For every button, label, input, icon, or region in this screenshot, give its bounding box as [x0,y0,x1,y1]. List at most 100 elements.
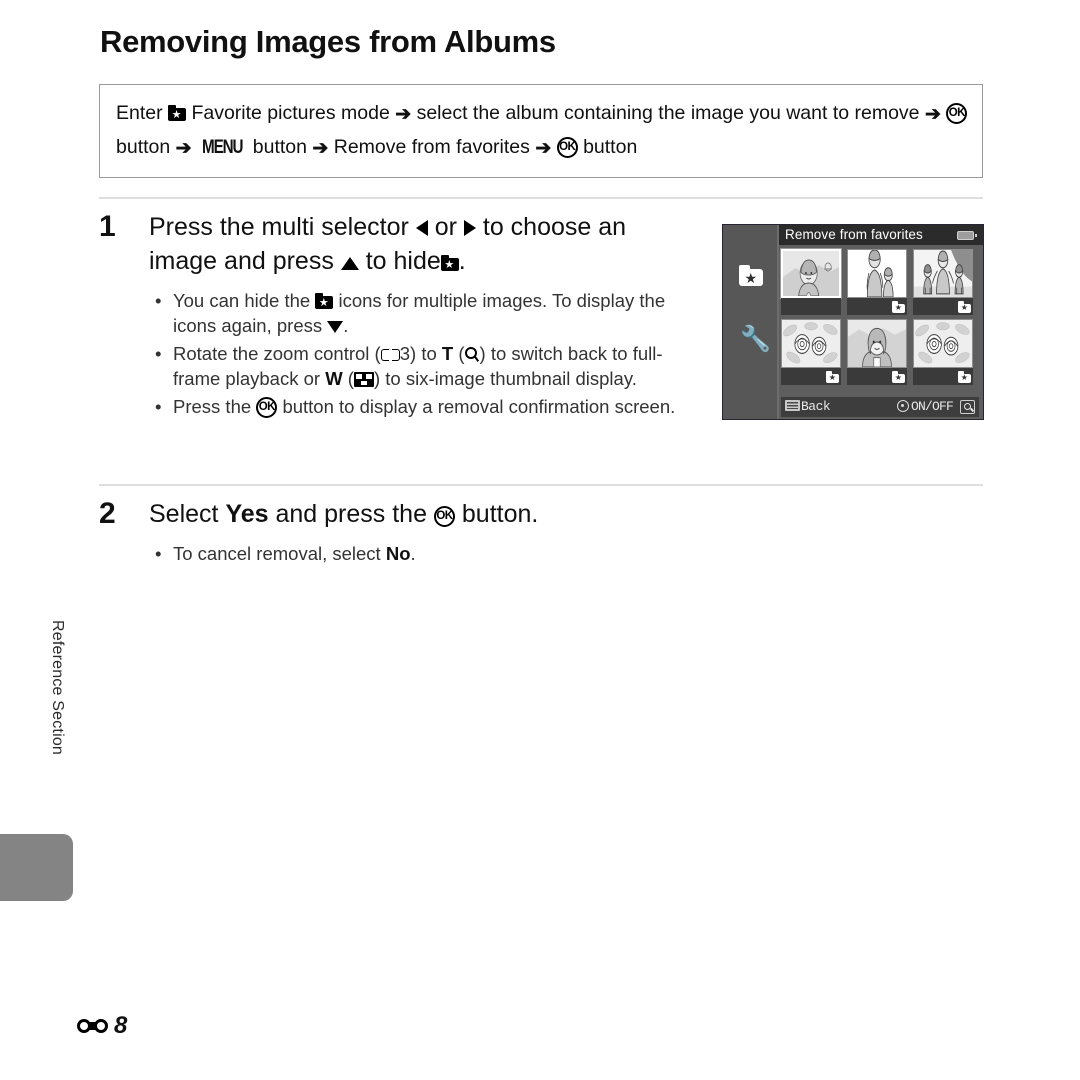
up-triangle-icon [340,257,359,270]
arrow-right-icon: ➔ [395,104,412,125]
favorites-folder-icon[interactable]: ★ [739,265,763,286]
step-2-head-a: Select [149,500,219,528]
thumbnail-strip: ★ [913,298,973,315]
section-side-label: Reference Section [49,620,66,756]
step-1-head-a: Press the multi selector [149,213,409,241]
thumbnail-image-woman-with-two-children [913,249,973,298]
arrow-right-icon: ➔ [312,138,329,159]
bullet-2-b: ) to [410,343,437,364]
intro-callout-box: Enter ★ Favorite pictures mode ➔ select … [99,84,983,178]
thumbnail-image-woman-portrait-outdoors [780,248,842,299]
step-1-heading: Press the multi selector or to choose an… [149,210,679,278]
step-2-heading: Select Yes and press the OK button. [149,497,849,531]
favorites-star-badge: ★ [958,301,971,313]
page-footer: 8 [77,1012,127,1040]
lcd-bottom-bar: Back ON/OFF [781,397,979,417]
bullet-2-f: ) to six-image thumbnail display. [373,368,637,389]
bullet-dot: • [155,290,162,311]
bullet-hide-icons: • You can hide the ★ icons for multiple … [151,288,696,338]
step-2-bullets: • To cancel removal, select No. [151,541,696,566]
thumbnail-cell-1[interactable] [780,248,842,315]
thumbnail-strip: ★ [847,368,907,385]
camera-screen-illustration: Remove from favorites ★ 🔧 ★ ★ ★ ★ ★ Back… [722,224,984,420]
bullet-zoom-control: • Rotate the zoom control (3) to T () to… [151,341,696,391]
section-side-tab [0,834,73,901]
thumbnail-image-flowers [781,319,841,368]
page-number: 8 [114,1012,128,1039]
bullet-1-c: . [343,315,349,336]
ok-button-icon: OK [946,103,968,124]
zoom-wide-label: W [325,368,343,389]
left-triangle-icon [415,220,428,236]
onoff-control[interactable]: ON/OFF [896,399,954,415]
step-1-head-d: to hide [365,247,441,275]
step-2-head-c: button. [461,500,539,528]
ok-button-icon: OK [256,397,278,418]
reference-section-icon [77,1016,112,1036]
arrow-right-icon: ➔ [535,138,552,159]
lcd-screen: Remove from favorites ★ 🔧 ★ ★ ★ ★ ★ Back… [722,224,984,420]
thumbnail-cell-4[interactable]: ★ [781,319,841,385]
intro-seg-2: Favorite pictures mode [191,102,390,124]
thumbnail-grid: ★ ★ ★ ★ ★ [780,248,973,391]
zoom-tele-label: T [441,343,454,364]
bullet-dot: • [155,343,162,364]
thumbnail-cell-3[interactable]: ★ [913,249,973,315]
step-1-head-b: or [434,213,457,241]
intro-seg-3: select the album containing the image yo… [416,102,920,124]
divider-top [99,197,983,199]
intro-seg-4: button [116,136,171,158]
step-1-head-e: . [458,247,466,275]
battery-icon [957,231,977,240]
step-2-number: 2 [99,497,116,530]
favorites-star-badge: ★ [958,371,971,383]
thumbnail-image-flowers [913,319,973,368]
ok-button-icon: OK [556,137,578,158]
bullet-dot: • [155,396,162,417]
bullet-2-page: 3 [399,343,411,364]
favorites-folder-icon: ★ [315,293,334,309]
multi-selector-icon [896,400,909,412]
back-label: Back [801,399,831,414]
step-2: 2 Select Yes and press the OK button. • … [99,497,989,569]
bullet-cancel-removal: • To cancel removal, select No. [151,541,696,566]
thumbnail-strip: ★ [847,298,907,315]
magnifier-icon [464,347,480,363]
thumbnail-grid-icon [353,372,374,387]
bullet-1-a: You can hide the [173,290,311,311]
no-option-label: No [385,543,411,564]
menu-button-icon [785,400,800,411]
thumbnail-strip: ★ [781,368,841,385]
step-1-number: 1 [99,210,116,243]
intro-seg-1: Enter [116,102,163,124]
menu-button-icon: MENU [202,137,243,158]
bullet-3-b: button to display a removal confirmation… [282,396,676,417]
down-triangle-icon [327,321,344,333]
favorites-folder-icon: ★ [440,255,459,271]
magnifier-icon[interactable] [960,400,975,414]
step-1-bullets: • You can hide the ★ icons for multiple … [151,288,696,419]
book-reference-icon [380,348,400,362]
intro-seg-5: button [252,136,307,158]
arrow-right-icon: ➔ [175,138,192,159]
bullet-3-a: Press the [173,396,252,417]
thumbnail-row: ★ [781,319,973,385]
favorites-folder-icon: ★ [168,105,187,121]
lcd-mode-sidebar: ★ 🔧 [723,225,779,419]
bullet-4-b: . [410,543,416,564]
wrench-icon[interactable]: 🔧 [740,325,771,353]
thumbnail-image-woman-portrait [847,319,907,368]
thumbnail-image-woman-with-child [847,249,907,298]
thumbnail-cell-6[interactable]: ★ [913,319,973,385]
back-control[interactable]: Back [785,399,831,415]
bullet-2-a: Rotate the zoom control ( [173,343,381,364]
favorites-star-badge: ★ [826,371,839,383]
step-2-head-b: and press the [275,500,428,528]
bullet-dot: • [155,543,162,564]
thumbnail-cell-5[interactable]: ★ [847,319,907,385]
ok-button-icon: OK [433,506,455,527]
thumbnail-cell-2[interactable]: ★ [847,249,907,315]
intro-seg-7: button [583,136,638,158]
bullet-4-a: To cancel removal, select [173,543,381,564]
right-triangle-icon [463,220,476,236]
